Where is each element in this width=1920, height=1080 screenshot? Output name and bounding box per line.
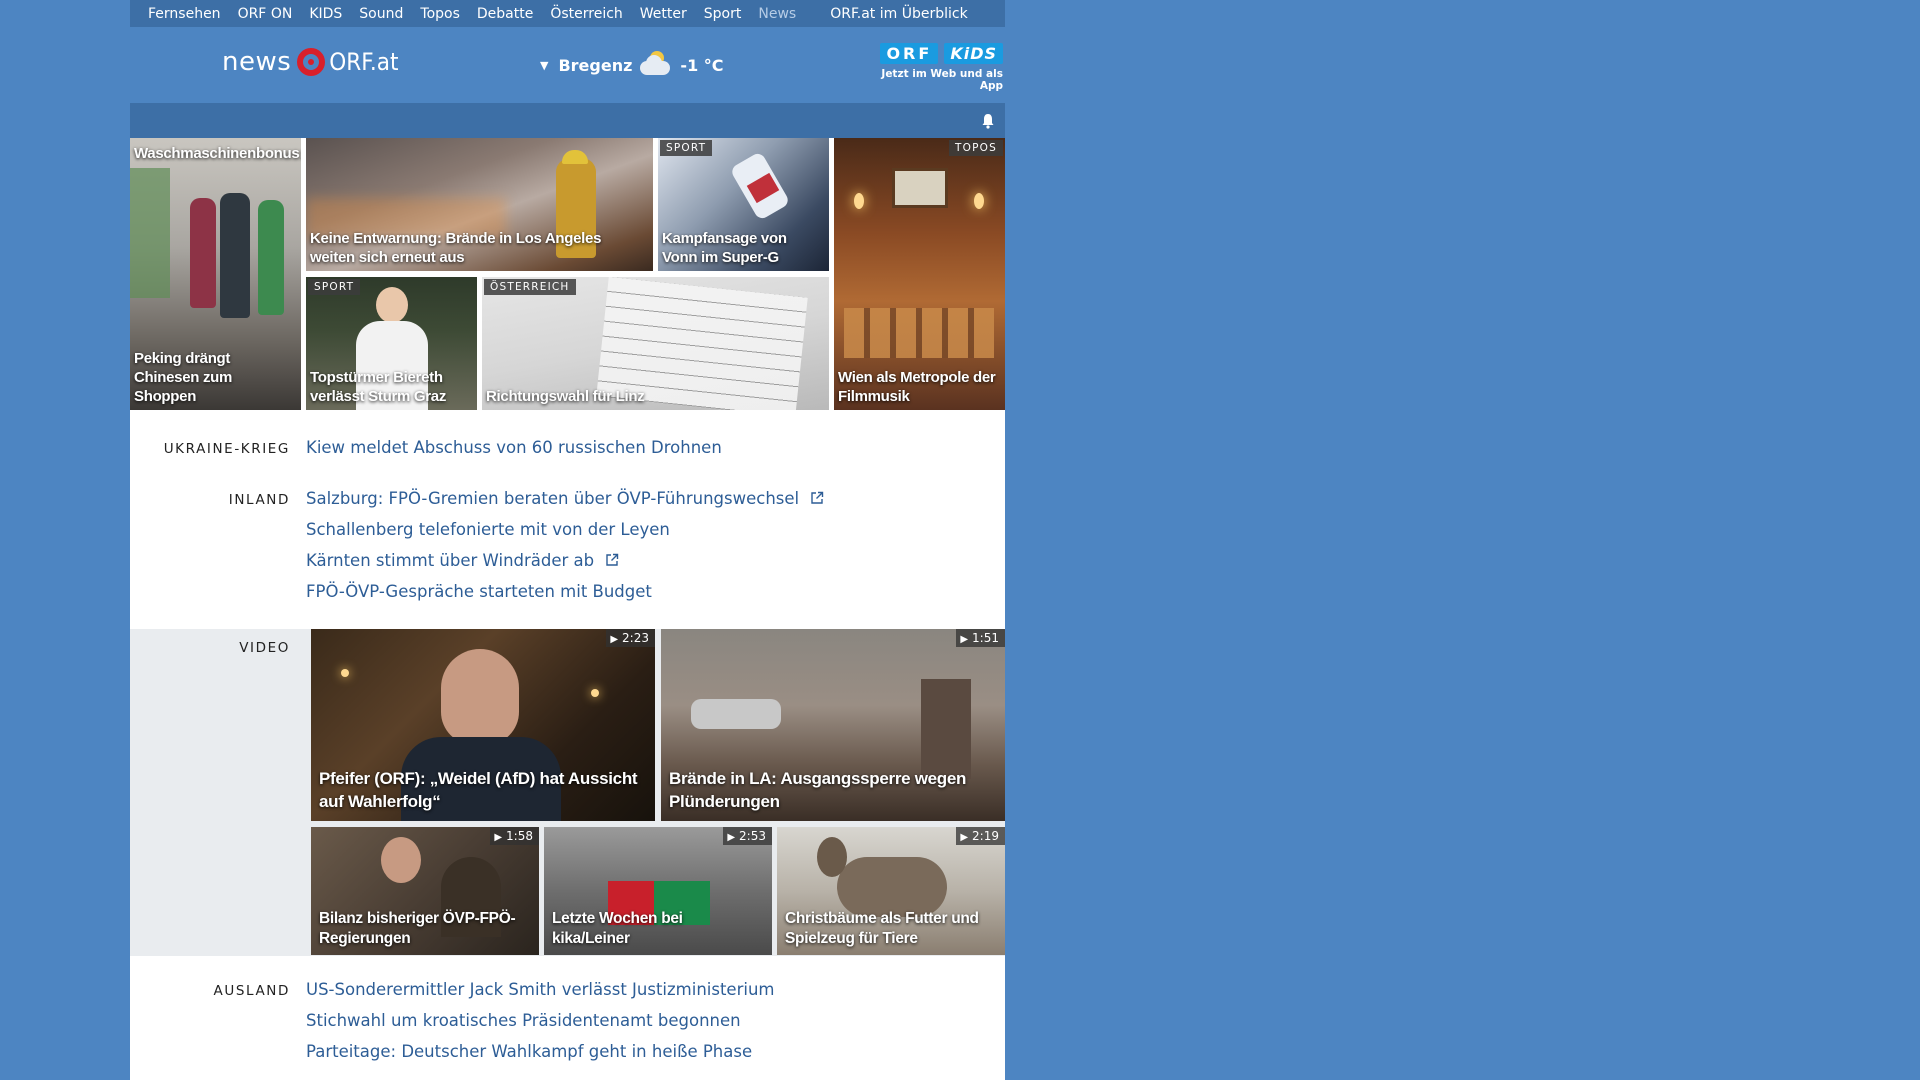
orf-kids-promo[interactable]: ORF KiDS Jetzt im Web und als App bbox=[863, 43, 1003, 92]
external-link-icon bbox=[606, 553, 619, 566]
main-content: UKRAINE-KRIEG Kiew meldet Abschuss von 6… bbox=[130, 411, 1005, 1080]
hero-tile-caption: Peking drängt Chinesen zum Shoppen bbox=[134, 350, 233, 405]
video-caption: Bilanz bisheriger ÖVP-FPÖ-Regierungen bbox=[319, 910, 516, 947]
nav-item-news[interactable]: News bbox=[758, 6, 796, 22]
video-duration: ▶ 2:23 bbox=[606, 629, 655, 647]
hero-tile-kicker: Waschmaschinenbonus: bbox=[134, 145, 301, 162]
nav-item-topos[interactable]: Topos bbox=[420, 6, 459, 22]
orf-eye-icon bbox=[297, 48, 326, 76]
nav-item-fernsehen[interactable]: Fernsehen bbox=[148, 6, 221, 22]
video-duration: ▶ 2:19 bbox=[956, 827, 1005, 845]
headline-link[interactable]: Salzburg: FPÖ-Gremien beraten über ÖVP-F… bbox=[306, 489, 824, 508]
hero-tile-caption: Wien als Metropole der Filmmusik bbox=[838, 369, 996, 405]
hero-tile-filmmusik[interactable]: TOPOS Wien als Metropole der Filmmusik bbox=[834, 138, 1005, 410]
hero-tile-badge: SPORT bbox=[308, 279, 361, 295]
external-link-icon bbox=[811, 491, 824, 504]
hero-tile-caption: Richtungswahl für Linz bbox=[486, 388, 645, 405]
video-caption: Pfeifer (ORF): „Weidel (AfD) hat Aussich… bbox=[319, 769, 638, 811]
site-header: news ORF.at ▼ Bregenz -1 °C ORF KiDS Jet… bbox=[130, 27, 1005, 103]
play-icon: ▶ bbox=[960, 634, 969, 645]
headline-link[interactable]: Parteitage: Deutscher Wahlkampf geht in … bbox=[306, 1042, 752, 1061]
orf-kids-tagline: Jetzt im Web und als App bbox=[881, 68, 1003, 92]
section-label-ukraine: UKRAINE-KRIEG bbox=[163, 441, 290, 457]
news-orf-logo[interactable]: news ORF.at bbox=[222, 47, 398, 77]
play-icon: ▶ bbox=[494, 832, 503, 843]
hero-tile-la-fires[interactable]: Keine Entwarnung: Brände in Los Angeles … bbox=[306, 138, 653, 271]
weather-widget[interactable]: ▼ Bregenz -1 °C bbox=[540, 51, 724, 79]
section-label-video: VIDEO bbox=[239, 640, 290, 656]
play-icon: ▶ bbox=[610, 634, 619, 645]
hero-tile-badge: ÖSTERREICH bbox=[484, 279, 576, 295]
page-container: Fernsehen ORF ON KIDS Sound Topos Debatt… bbox=[130, 0, 1005, 1080]
orf-kids-orf-logo: ORF bbox=[880, 43, 939, 64]
hero-tile-badge: SPORT bbox=[660, 140, 713, 156]
partly-cloudy-icon bbox=[638, 51, 674, 79]
video-tile[interactable]: ▶ 2:19 Christbäume als Futter und Spielze… bbox=[777, 827, 1005, 955]
video-section: VIDEO ▶ 2:23 Pfeifer (ORF): „Weidel (AfD)… bbox=[130, 629, 1005, 956]
headline-link[interactable]: Schallenberg telefonierte mit von der Le… bbox=[306, 520, 670, 539]
video-caption: Christbäume als Futter und Spielzeug für… bbox=[785, 910, 979, 947]
hero-tile-biereth[interactable]: SPORT Topstürmer Biereth verlässt Sturm … bbox=[306, 277, 477, 410]
nav-item-kids[interactable]: KIDS bbox=[309, 6, 342, 22]
nav-item-sport[interactable]: Sport bbox=[704, 6, 742, 22]
nav-item-orf-on[interactable]: ORF ON bbox=[238, 6, 293, 22]
hero-tile-linz[interactable]: ÖSTERREICH Richtungswahl für Linz bbox=[482, 277, 829, 410]
weather-city: Bregenz bbox=[558, 55, 633, 75]
video-duration: ▶ 1:58 bbox=[490, 827, 539, 845]
hero-mosaic: Waschmaschinenbonus: Peking drängt Chine… bbox=[130, 138, 1005, 411]
headline-link[interactable]: Stichwahl um kroatisches Präsidentenamt … bbox=[306, 1011, 741, 1030]
video-tile[interactable]: ▶ 1:51 Brände in LA: Ausgangssperre wegen… bbox=[661, 629, 1005, 821]
nav-item-wetter[interactable]: Wetter bbox=[640, 6, 687, 22]
headline-link[interactable]: Kärnten stimmt über Windräder ab bbox=[306, 551, 619, 570]
hero-tile-vonn[interactable]: SPORT Kampfansage von Vonn im Super-G bbox=[658, 138, 829, 271]
bell-icon[interactable] bbox=[981, 113, 995, 129]
orf-kids-kids-logo: KiDS bbox=[944, 43, 1003, 64]
headline-link[interactable]: US-Sonderermittler Jack Smith verlässt J… bbox=[306, 980, 775, 999]
video-tile[interactable]: ▶ 2:53 Letzte Wochen bei kika/Leiner bbox=[544, 827, 772, 955]
video-duration: ▶ 2:53 bbox=[723, 827, 772, 845]
weather-temperature: -1 °C bbox=[680, 55, 724, 75]
video-caption: Brände in LA: Ausgangssperre wegen Plünd… bbox=[669, 769, 967, 811]
nav-item-sound[interactable]: Sound bbox=[359, 6, 403, 22]
section-label-inland: INLAND bbox=[228, 492, 290, 508]
hero-tile-peking[interactable]: Waschmaschinenbonus: Peking drängt Chine… bbox=[130, 138, 301, 410]
play-icon: ▶ bbox=[960, 832, 969, 843]
logo-news-text: news bbox=[222, 47, 292, 77]
headline-link[interactable]: FPÖ-ÖVP-Gespräche starteten mit Budget bbox=[306, 582, 652, 601]
hero-tile-caption: Kampfansage von Vonn im Super-G bbox=[662, 230, 787, 266]
nav-item-debatte[interactable]: Debatte bbox=[477, 6, 533, 22]
headline-link[interactable]: Kiew meldet Abschuss von 60 russischen D… bbox=[306, 438, 722, 457]
video-tile[interactable]: ▶ 1:58 Bilanz bisheriger ÖVP-FPÖ-Regierun… bbox=[311, 827, 539, 955]
toolbar bbox=[130, 103, 1005, 138]
video-tile[interactable]: ▶ 2:23 Pfeifer (ORF): „Weidel (AfD) hat A… bbox=[311, 629, 655, 821]
nav-item-oesterreich[interactable]: Österreich bbox=[550, 6, 622, 22]
video-caption: Letzte Wochen bei kika/Leiner bbox=[552, 910, 683, 947]
hero-tile-caption: Keine Entwarnung: Brände in Los Angeles … bbox=[310, 230, 602, 266]
hero-tile-caption: Topstürmer Biereth verlässt Sturm Graz bbox=[310, 369, 447, 405]
dropdown-triangle-icon: ▼ bbox=[540, 58, 549, 72]
section-label-ausland: AUSLAND bbox=[213, 983, 290, 999]
play-icon: ▶ bbox=[727, 832, 736, 843]
nav-overview-link[interactable]: ORF.at im Überblick bbox=[830, 6, 967, 22]
logo-orf-text: ORF.at bbox=[329, 48, 399, 76]
top-navigation: Fernsehen ORF ON KIDS Sound Topos Debatt… bbox=[130, 0, 1005, 27]
hero-tile-badge: TOPOS bbox=[949, 140, 1003, 156]
video-duration: ▶ 1:51 bbox=[956, 629, 1005, 647]
